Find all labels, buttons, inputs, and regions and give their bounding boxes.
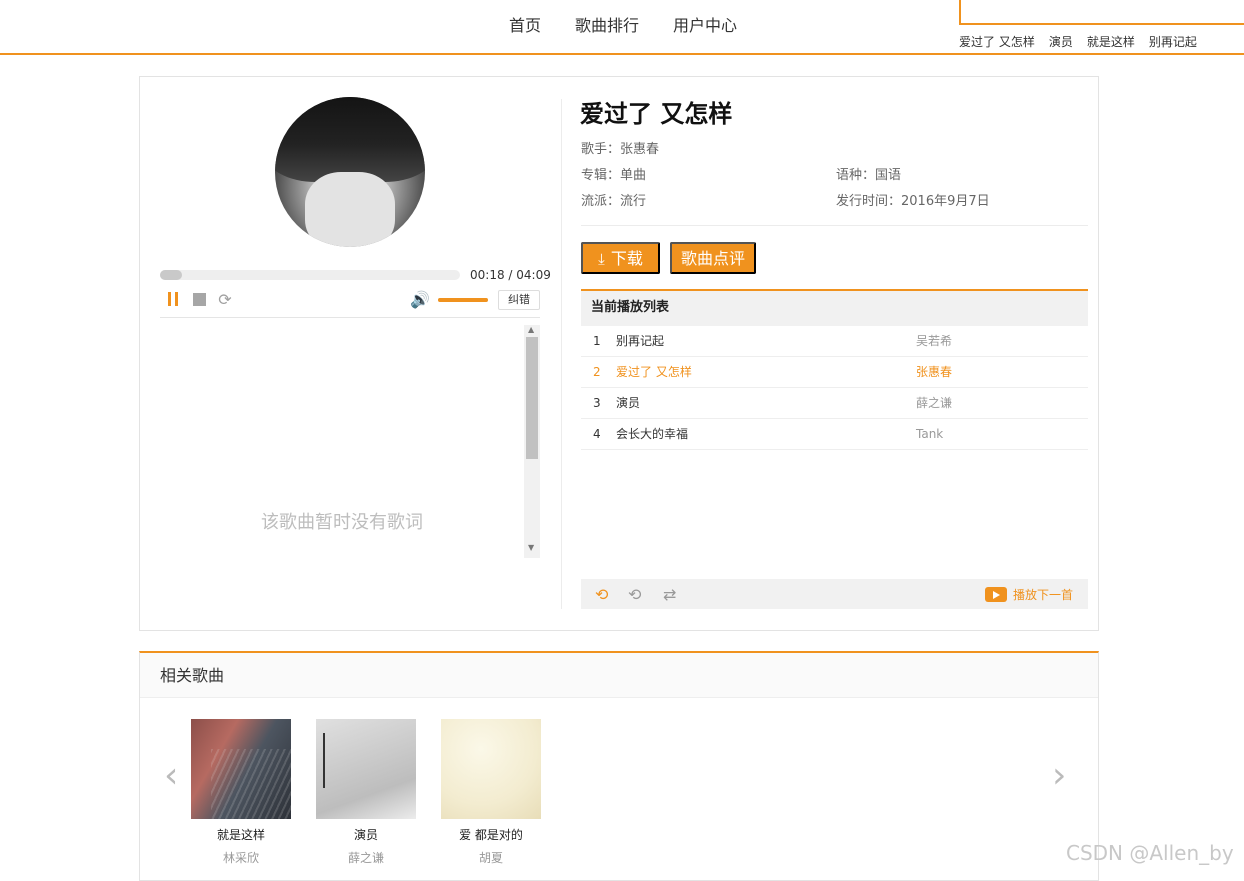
language-label: 语种：国语 (836, 168, 902, 183)
playlist-row[interactable]: 4 会长大的幸福 Tank (581, 419, 1088, 450)
repeat-icon[interactable]: ⟳ (216, 290, 234, 309)
progress-bar[interactable] (160, 270, 460, 280)
playlist-row-number: 3 (593, 396, 601, 410)
meta-divider (581, 225, 1088, 226)
current-playlist: 当前播放列表 1 别再记起 吴若希 2 爱过了 又怎样 张惠春 3 演员 薛之谦 4 会长大的幸福 T… (581, 289, 1088, 611)
related-song-artist: 薛之谦 (347, 851, 384, 865)
vertical-divider (561, 99, 562, 609)
loop-all-icon[interactable]: ⟲ (595, 585, 608, 604)
play-next-icon (985, 587, 1007, 602)
hotword-3[interactable]: 就是这样 (1087, 33, 1135, 50)
top-bar: 首页 歌曲排行 用户中心 爱过了 又怎样 演员 就是这样 别再记起 (0, 0, 1244, 55)
related-song-title[interactable]: 演员 (316, 826, 416, 843)
album-cover (275, 97, 425, 247)
playlist-row-number: 2 (593, 365, 601, 379)
playlist-row[interactable]: 1 别再记起 吴若希 (581, 326, 1088, 357)
song-comment-button[interactable]: 歌曲点评 (670, 242, 756, 274)
playlist-title: 当前播放列表 (581, 289, 1088, 326)
scroll-up-icon[interactable]: ▲ (528, 325, 534, 334)
related-title: 相关歌曲 (140, 653, 1098, 698)
report-error-button[interactable]: 纠错 (498, 290, 540, 310)
nav-home[interactable]: 首页 (509, 16, 541, 36)
scroll-down-icon[interactable]: ▼ (528, 543, 534, 552)
related-song-title[interactable]: 爱 都是对的 (441, 826, 541, 843)
download-button[interactable]: ⤓ 下载 (581, 242, 660, 274)
hotword-4[interactable]: 别再记起 (1149, 33, 1197, 50)
playlist-row[interactable]: 3 演员 薛之谦 (581, 388, 1088, 419)
stop-icon[interactable] (192, 291, 206, 307)
song-title: 爱过了 又怎样 (580, 100, 733, 128)
related-cover[interactable] (316, 719, 416, 819)
carousel-prev-icon[interactable]: ‹ (164, 755, 178, 796)
related-song-artist: 林采欣 (222, 851, 259, 865)
playlist-row[interactable]: 2 爱过了 又怎样 张惠春 (581, 357, 1088, 388)
playlist-row-artist[interactable]: 张惠春 (916, 357, 952, 388)
scroll-thumb[interactable] (526, 337, 538, 459)
hotword-1[interactable]: 爱过了 又怎样 (959, 33, 1035, 50)
play-next-button[interactable]: 播放下一首 (985, 586, 1073, 603)
playlist-row-artist[interactable]: 薛之谦 (916, 388, 952, 419)
playlist-row-number: 4 (593, 427, 601, 441)
download-icon: ⤓ (598, 251, 605, 268)
related-card[interactable]: 演员 薛之谦 (316, 719, 416, 866)
pause-icon[interactable] (166, 291, 180, 307)
playlist-footer: ⟲ ⟲ ⇄ 播放下一首 (581, 579, 1088, 609)
playlist-row-title[interactable]: 别再记起 (616, 326, 664, 357)
playlist-row-title[interactable]: 爱过了 又怎样 (616, 357, 692, 388)
lyrics-empty-message: 该歌曲暂时没有歌词 (261, 512, 423, 533)
related-card[interactable]: 爱 都是对的 胡夏 (441, 719, 541, 866)
search-box[interactable] (959, 0, 1244, 25)
artist-label: 歌手：张惠春 (581, 142, 660, 157)
release-date-label: 发行时间：2016年9月7日 (836, 194, 990, 209)
playlist-row-number: 1 (593, 334, 601, 348)
shuffle-icon[interactable]: ⇄ (663, 585, 676, 604)
playback-time: 00:18 / 04:09 (470, 268, 551, 282)
related-cover[interactable] (191, 719, 291, 819)
nav-song-ranking[interactable]: 歌曲排行 (575, 16, 639, 36)
playlist-row-artist[interactable]: Tank (916, 419, 943, 450)
hot-search-words: 爱过了 又怎样 演员 就是这样 别再记起 (959, 33, 1211, 50)
carousel-next-icon[interactable]: › (1052, 755, 1066, 796)
playlist-rows: 1 别再记起 吴若希 2 爱过了 又怎样 张惠春 3 演员 薛之谦 4 会长大的幸福 Tank (581, 326, 1088, 450)
nav-user-center[interactable]: 用户中心 (673, 16, 737, 36)
genre-label: 流派：流行 (581, 194, 647, 209)
related-cover[interactable] (441, 719, 541, 819)
lyrics-panel: 该歌曲暂时没有歌词 (160, 318, 540, 558)
related-songs: 相关歌曲 ‹ › 就是这样 林采欣 演员 薛之谦 爱 都是对的 胡夏 (139, 651, 1099, 881)
volume-fill (438, 298, 488, 302)
related-song-title[interactable]: 就是这样 (191, 826, 291, 843)
lyrics-scrollbar[interactable]: ▲ ▼ (524, 325, 540, 558)
progress-fill (160, 270, 182, 280)
volume-slider[interactable] (438, 298, 488, 302)
related-card[interactable]: 就是这样 林采欣 (191, 719, 291, 866)
playlist-row-title[interactable]: 演员 (616, 388, 640, 419)
loop-one-icon[interactable]: ⟲ (628, 585, 641, 604)
main-nav: 首页 歌曲排行 用户中心 (509, 16, 771, 36)
hotword-2[interactable]: 演员 (1049, 33, 1073, 50)
playlist-row-title[interactable]: 会长大的幸福 (616, 419, 688, 450)
volume-icon[interactable]: 🔊 (410, 290, 430, 309)
playlist-row-artist[interactable]: 吴若希 (916, 326, 952, 357)
album-label: 专辑：单曲 (581, 168, 647, 183)
related-song-artist: 胡夏 (478, 851, 503, 865)
watermark: CSDN @Allen_by (1066, 841, 1234, 865)
